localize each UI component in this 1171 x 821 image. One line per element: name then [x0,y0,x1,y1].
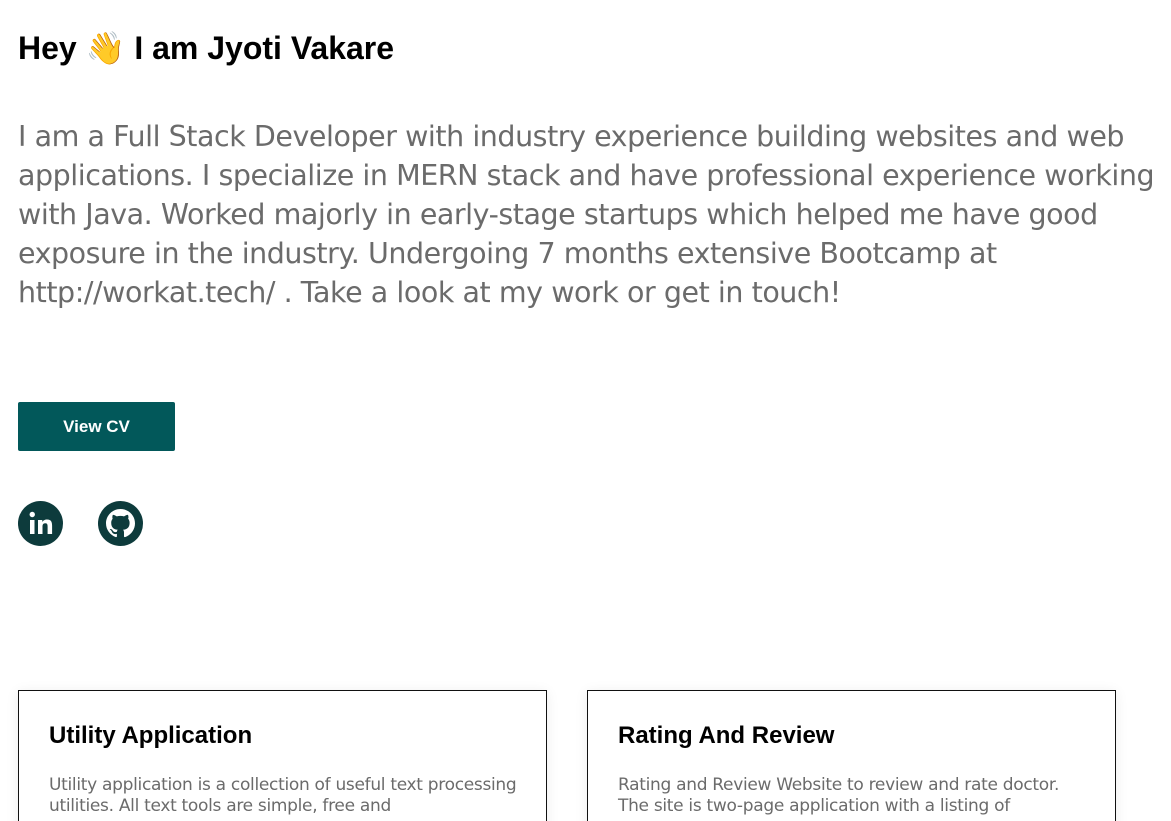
project-card[interactable]: Rating And Review Rating and Review Webs… [587,690,1116,821]
project-description: Rating and Review Website to review and … [618,775,1060,816]
page-title: Hey 👋 I am Jyoti Vakare [18,30,395,66]
linkedin-icon [18,501,63,546]
intro-paragraph: I am a Full Stack Developer with industr… [18,120,1155,309]
project-card[interactable]: Utility Application Utility application … [18,690,547,821]
github-link[interactable] [98,501,143,546]
social-links [18,501,143,546]
project-description: Utility application is a collection of u… [49,775,517,816]
project-title: Rating And Review [618,722,835,749]
project-title: Utility Application [49,722,253,749]
github-icon [98,501,143,546]
linkedin-link[interactable] [18,501,63,546]
view-cv-button[interactable]: View CV [18,402,175,451]
